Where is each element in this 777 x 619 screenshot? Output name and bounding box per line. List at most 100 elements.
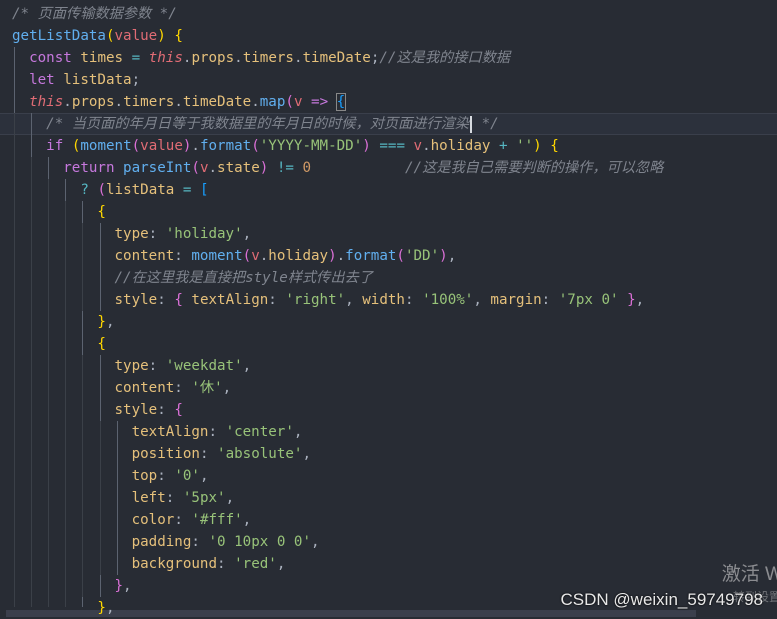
code-token: getListData [12,28,106,44]
code-token: props [71,94,115,110]
code-token: top [131,468,158,484]
code-line[interactable]: type: 'holiday', [0,223,777,245]
code-token: timeDate [302,50,371,66]
code-token: 'center' [225,424,294,440]
code-line[interactable]: { [0,201,777,223]
code-line[interactable]: }, [0,311,777,333]
code-token: } [114,578,124,594]
code-token: , [242,512,252,528]
code-token: : [174,512,192,528]
code-token: : [217,556,235,572]
code-token: } [97,314,106,330]
code-token: 0 [302,160,312,176]
code-token: left [131,490,166,506]
code-token: } [627,292,636,308]
code-token: map [259,94,286,110]
code-token: ( [131,138,141,154]
code-line[interactable]: padding: '0 10px 0 0', [0,531,777,553]
code-token: . [336,248,346,264]
code-line[interactable]: style: { textAlign: 'right', width: '100… [0,289,777,311]
code-line[interactable]: content: '休', [0,377,777,399]
code-line[interactable]: content: moment(v.holiday).format('DD'), [0,245,777,267]
code-lines[interactable]: /* 页面传输数据参数 */getListData(value) { const… [0,3,777,619]
code-line[interactable]: type: 'weekdat', [0,355,777,377]
code-token: [ [199,182,209,198]
code-token: '100%' [422,292,474,308]
code-token: 'DD' [404,248,440,264]
code-token: , [473,292,491,308]
code-token: . [251,94,260,110]
code-token: ) [259,160,269,176]
code-token: color [131,512,175,528]
code-token: 'red' [234,556,277,572]
code-line[interactable]: top: '0', [0,465,777,487]
code-line[interactable]: //在这里我是直接把style样式传出去了 [0,267,777,289]
code-line[interactable]: left: '5px', [0,487,777,509]
code-token: . [422,138,431,154]
code-token: parseInt [123,160,192,176]
code-line[interactable]: position: 'absolute', [0,443,777,465]
code-line[interactable]: style: { [0,399,777,421]
code-token: moment [80,138,132,154]
code-line[interactable]: const times = this.props.timers.timeDate… [0,47,777,69]
code-token: type [114,226,149,242]
code-token: timers [242,50,294,66]
code-token: != [276,160,294,176]
code-line[interactable]: return parseInt(v.state) != 0 //这是我自己需要判… [0,157,777,179]
code-token: . [114,94,124,110]
code-line[interactable]: let listData; [0,69,777,91]
code-token: ) [328,248,337,264]
code-token: : [148,226,166,242]
code-token: , [105,600,115,616]
code-token: textAlign [131,424,209,440]
code-token: v [251,248,260,264]
code-editor[interactable]: /* 页面传输数据参数 */getListData(value) { const… [0,0,777,619]
code-token: , [105,314,115,330]
code-token: moment [191,248,243,264]
code-token: listData [63,72,132,88]
code-token: style [114,292,158,308]
code-token: timeDate [182,94,252,110]
code-token: : [199,446,218,462]
code-token: padding [131,534,192,550]
code-line[interactable]: /* 当页面的年月日等于我数据里的年月日的时候，对页面进行渲染 */ [0,113,777,135]
code-line[interactable]: color: '#fff', [0,509,777,531]
code-line[interactable]: getListData(value) { [0,25,777,47]
code-token: ; [131,72,141,88]
code-token: , [447,248,457,264]
code-token: style [114,402,158,418]
text-cursor [470,115,473,133]
code-token: listData [105,182,175,198]
code-token: { [335,93,347,111]
code-token: let [29,72,55,88]
code-line[interactable]: this.props.timers.timeDate.map(v => { [0,91,777,113]
code-line[interactable]: background: 'red', [0,553,777,575]
code-token: this [29,94,64,110]
code-line[interactable]: /* 页面传输数据参数 */ [0,3,777,25]
code-token: => [311,94,329,110]
code-line[interactable]: ? (listData = [ [0,179,777,201]
code-line[interactable]: { [0,333,777,355]
code-line[interactable]: if (moment(value).format('YYYY-MM-DD') =… [0,135,777,157]
code-token: ? [80,182,89,198]
code-token: '' [516,138,534,154]
code-token: . [191,138,200,154]
code-line[interactable]: textAlign: 'center', [0,421,777,443]
code-token: : [208,424,226,440]
